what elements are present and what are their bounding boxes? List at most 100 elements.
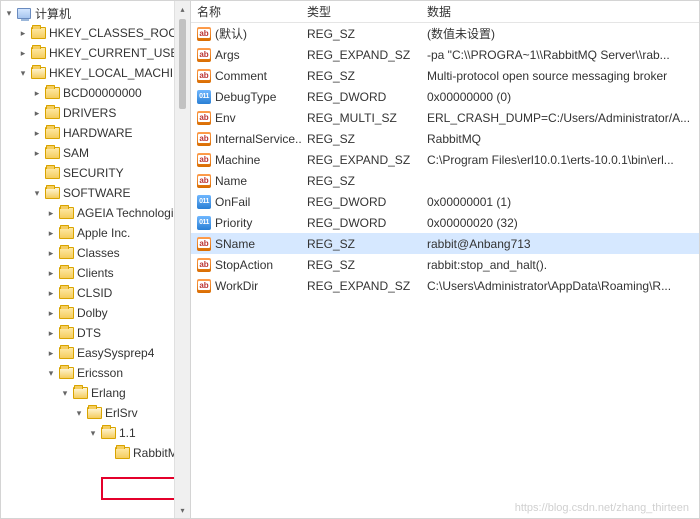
tree-item[interactable]: ▸SAM bbox=[1, 143, 190, 163]
value-data-cell: ERL_CRASH_DUMP=C:/Users/Administrator/A.… bbox=[421, 107, 699, 128]
tree-item[interactable]: ▾ErlSrv bbox=[1, 403, 190, 423]
folder-open-icon bbox=[100, 425, 116, 441]
tree-item[interactable]: ▾Ericsson bbox=[1, 363, 190, 383]
tree-item[interactable]: ▸AGEIA Technologies bbox=[1, 203, 190, 223]
value-row[interactable]: DebugTypeREG_DWORD0x00000000 (0) bbox=[191, 86, 699, 107]
reg-string-icon bbox=[197, 153, 211, 167]
value-type: REG_DWORD bbox=[307, 195, 386, 209]
value-name: (默认) bbox=[215, 25, 247, 42]
tree-item[interactable]: ▸ Clients bbox=[1, 263, 190, 283]
folder-icon bbox=[44, 105, 60, 121]
chevron-right-icon[interactable]: ▸ bbox=[45, 307, 57, 319]
value-type: REG_SZ bbox=[307, 69, 355, 83]
value-name: InternalService... bbox=[215, 132, 301, 146]
tree-item[interactable]: ▸BCD00000000 bbox=[1, 83, 190, 103]
tree-item[interactable]: ▸SECURITY bbox=[1, 163, 190, 183]
value-name: SName bbox=[215, 237, 255, 251]
tree-item[interactable]: ▸ HKEY_CURRENT_USER bbox=[1, 43, 190, 63]
tree-item[interactable]: ▸EasySysprep4 bbox=[1, 343, 190, 363]
value-name: DebugType bbox=[215, 90, 276, 104]
chevron-right-icon[interactable]: ▸ bbox=[45, 347, 57, 359]
chevron-down-icon[interactable]: ▾ bbox=[17, 67, 29, 79]
values-header: 名称 类型 数据 bbox=[191, 1, 699, 23]
registry-tree[interactable]: ▾ 计算机 ▸HKEY_CLASSES_ROOT▸HKEY_CURRENT_US… bbox=[1, 1, 190, 465]
chevron-right-icon[interactable]: ▸ bbox=[31, 127, 43, 139]
folder-icon bbox=[58, 305, 74, 321]
value-data: C:\Program Files\erl10.0.1\erts-10.0.1\b… bbox=[427, 153, 674, 167]
tree-item[interactable]: ▸HARDWARE bbox=[1, 123, 190, 143]
value-row[interactable]: EnvREG_MULTI_SZERL_CRASH_DUMP=C:/Users/A… bbox=[191, 107, 699, 128]
tree-item[interactable]: ▸CLSID bbox=[1, 283, 190, 303]
scroll-up-button[interactable]: ▴ bbox=[175, 1, 190, 17]
tree-item[interactable]: ▾SOFTWARE bbox=[1, 183, 190, 203]
chevron-right-icon[interactable]: ▸ bbox=[45, 227, 57, 239]
column-header-data[interactable]: 数据 bbox=[421, 1, 699, 22]
chevron-right-icon[interactable]: ▸ bbox=[31, 87, 43, 99]
tree-item-label: Dolby bbox=[77, 306, 108, 320]
value-name-cell: Machine bbox=[191, 149, 301, 170]
chevron-down-icon[interactable]: ▾ bbox=[73, 407, 85, 419]
chevron-right-icon[interactable]: ▸ bbox=[31, 147, 43, 159]
value-row[interactable]: OnFailREG_DWORD0x00000001 (1) bbox=[191, 191, 699, 212]
value-name-cell: SName bbox=[191, 233, 301, 254]
chevron-right-icon[interactable]: ▸ bbox=[31, 107, 43, 119]
chevron-right-icon[interactable]: ▸ bbox=[45, 207, 57, 219]
value-name-cell: Comment bbox=[191, 65, 301, 86]
value-row[interactable]: InternalService...REG_SZRabbitMQ bbox=[191, 128, 699, 149]
value-row[interactable]: Comment REG_SZ Multi-protocol open source … bbox=[191, 65, 699, 86]
chevron-right-icon[interactable]: ▸ bbox=[17, 27, 29, 39]
tree-root-computer[interactable]: ▾ 计算机 bbox=[1, 3, 190, 23]
chevron-right-icon[interactable]: ▸ bbox=[17, 47, 29, 59]
value-row[interactable]: NameREG_SZ bbox=[191, 170, 699, 191]
chevron-right-icon[interactable]: ▸ bbox=[45, 287, 57, 299]
folder-icon bbox=[30, 25, 46, 41]
chevron-down-icon[interactable]: ▾ bbox=[31, 187, 43, 199]
watermark: https://blog.csdn.net/zhang_thirteen bbox=[515, 502, 689, 514]
value-data-cell: Multi-protocol open source messaging bro… bbox=[421, 65, 699, 86]
value-row[interactable]: StopActionREG_SZrabbit:stop_and_halt(). bbox=[191, 254, 699, 275]
column-label: 类型 bbox=[307, 3, 331, 20]
tree-item[interactable]: ▾HKEY_LOCAL_MACHINE bbox=[1, 63, 190, 83]
tree-item[interactable]: ▸DRIVERS bbox=[1, 103, 190, 123]
chevron-right-icon[interactable]: ▸ bbox=[45, 267, 57, 279]
column-header-type[interactable]: 类型 bbox=[301, 1, 421, 22]
value-data-cell: C:\Users\Administrator\AppData\Roaming\R… bbox=[421, 275, 699, 296]
value-data-cell: 0x00000020 (32) bbox=[421, 212, 699, 233]
tree-item[interactable]: ▸ DTS bbox=[1, 323, 190, 343]
registry-values-panel: 名称 类型 数据 (默认)REG_SZ(数值未设置)ArgsREG_EXPAND… bbox=[191, 1, 699, 518]
reg-string-icon bbox=[197, 48, 211, 62]
tree-item[interactable]: ▸HKEY_CLASSES_ROOT bbox=[1, 23, 190, 43]
tree-item[interactable]: ▾Erlang bbox=[1, 383, 190, 403]
chevron-down-icon[interactable]: ▾ bbox=[87, 427, 99, 439]
scroll-thumb[interactable] bbox=[179, 19, 186, 109]
folder-icon bbox=[44, 125, 60, 141]
value-row[interactable]: PriorityREG_DWORD0x00000020 (32) bbox=[191, 212, 699, 233]
column-header-name[interactable]: 名称 bbox=[191, 1, 301, 22]
value-data: 0x00000020 (32) bbox=[427, 216, 518, 230]
chevron-down-icon[interactable]: ▾ bbox=[59, 387, 71, 399]
tree-item[interactable]: ▾1.1 bbox=[1, 423, 190, 443]
value-row[interactable]: MachineREG_EXPAND_SZC:\Program Files\erl… bbox=[191, 149, 699, 170]
tree-item[interactable]: ▸Classes bbox=[1, 243, 190, 263]
value-row[interactable]: ArgsREG_EXPAND_SZ -pa "C:\\PROGRA~1\\Rab… bbox=[191, 44, 699, 65]
value-row[interactable]: WorkDirREG_EXPAND_SZC:\Users\Administrat… bbox=[191, 275, 699, 296]
reg-binary-icon bbox=[197, 90, 211, 104]
tree-item[interactable]: ▸ Dolby bbox=[1, 303, 190, 323]
tree-item-label: DTS bbox=[77, 326, 101, 340]
chevron-down-icon[interactable]: ▾ bbox=[3, 7, 15, 19]
tree-item-label: Clients bbox=[77, 266, 114, 280]
tree-item[interactable]: ▸Apple Inc. bbox=[1, 223, 190, 243]
scroll-down-button[interactable]: ▾ bbox=[175, 502, 190, 518]
tree-item[interactable]: ▸RabbitM bbox=[1, 443, 190, 463]
tree-scrollbar[interactable]: ▴ ▾ bbox=[174, 1, 190, 518]
value-row[interactable]: SNameREG_SZrabbit@Anbang713 bbox=[191, 233, 699, 254]
value-row[interactable]: (默认)REG_SZ(数值未设置) bbox=[191, 23, 699, 44]
folder-icon bbox=[58, 245, 74, 261]
value-type: REG_EXPAND_SZ bbox=[307, 279, 410, 293]
chevron-right-icon[interactable]: ▸ bbox=[45, 247, 57, 259]
chevron-down-icon[interactable]: ▾ bbox=[45, 367, 57, 379]
reg-string-icon bbox=[197, 279, 211, 293]
tree-item-label: HKEY_CURRENT_USER bbox=[49, 46, 187, 60]
folder-open-icon bbox=[44, 185, 60, 201]
chevron-right-icon[interactable]: ▸ bbox=[45, 327, 57, 339]
